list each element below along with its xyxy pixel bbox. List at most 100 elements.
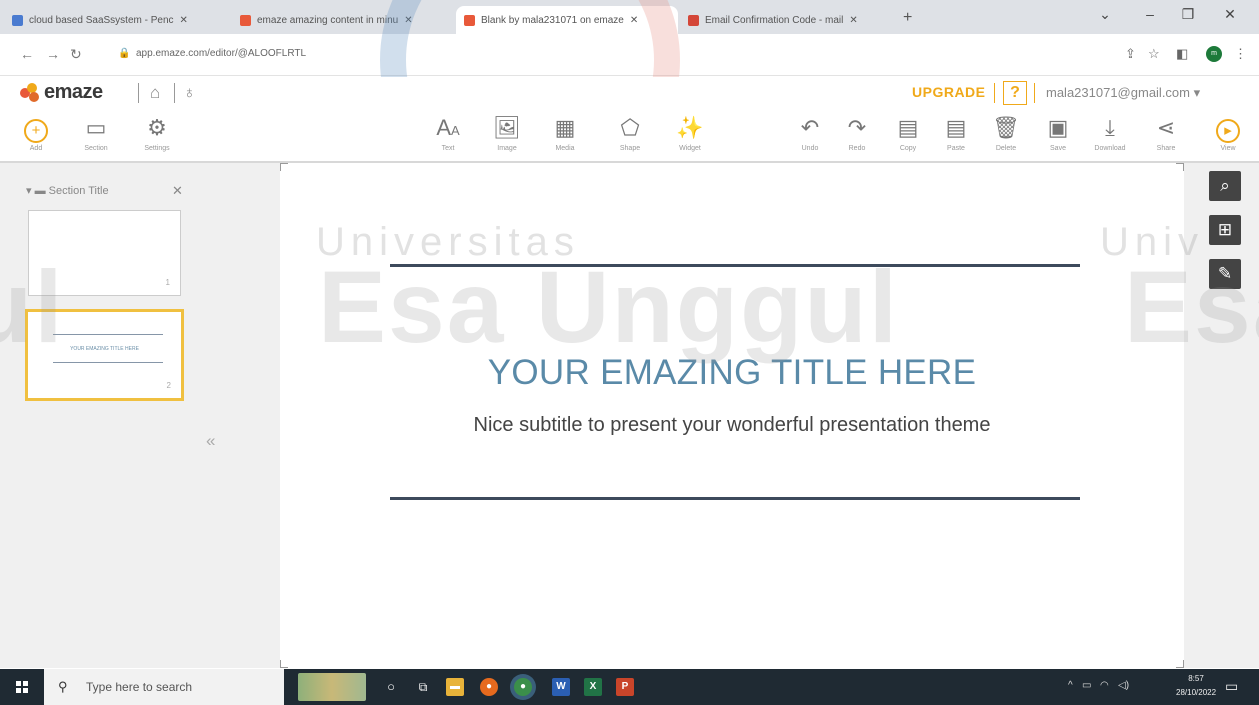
- tab-search-icon[interactable]: ⌄: [1085, 6, 1125, 23]
- clock-time: 8:57: [1188, 674, 1204, 683]
- user-account-menu[interactable]: mala231071@gmail.com ▾: [1046, 85, 1200, 101]
- watermark-text: ul: [0, 250, 65, 364]
- copy-button[interactable]: ▤ Copy: [886, 113, 930, 152]
- close-window-icon[interactable]: ✕: [1210, 6, 1250, 23]
- upgrade-button[interactable]: UPGRADE: [912, 84, 986, 100]
- minimize-icon[interactable]: –: [1130, 6, 1170, 22]
- share-button[interactable]: ⋖ Share: [1144, 113, 1188, 152]
- profile-avatar[interactable]: m: [1206, 46, 1222, 62]
- lock-icon: 🔒: [118, 48, 131, 59]
- tool-label: Settings: [144, 145, 170, 152]
- volume-icon[interactable]: ◁): [1118, 680, 1129, 691]
- tool-label: Share: [1156, 145, 1176, 152]
- tab-label: Email Confirmation Code - mail: [705, 14, 844, 26]
- section-header[interactable]: ▾ ▬ Section Title: [26, 184, 109, 197]
- tab-label: cloud based SaaSsystem - Penc: [29, 14, 174, 26]
- download-icon: ⤓: [1105, 115, 1115, 140]
- canvas-corner: [280, 163, 288, 171]
- tool-label: Text: [441, 145, 455, 152]
- redo-button[interactable]: ↷ Redo: [835, 113, 879, 152]
- shape-icon: ⬠: [620, 115, 640, 140]
- taskbar-search-box[interactable]: ⚲ Type here to search: [44, 669, 284, 705]
- browser-menu-icon[interactable]: ⋮: [1234, 46, 1247, 62]
- header-divider: [994, 83, 995, 103]
- delete-button[interactable]: 🗑 Delete: [984, 113, 1028, 152]
- home-icon[interactable]: ⌂: [150, 83, 160, 103]
- powerpoint-icon[interactable]: P: [616, 678, 634, 696]
- copy-icon: ▤: [897, 115, 919, 140]
- logo-text: emaze: [44, 81, 103, 103]
- reload-icon[interactable]: ↻: [70, 46, 82, 63]
- section-button[interactable]: ▭ Section: [74, 113, 118, 152]
- close-tab-icon[interactable]: ✕: [849, 15, 857, 26]
- tab-label: emaze amazing content in minu: [257, 14, 399, 26]
- start-button[interactable]: [0, 669, 44, 705]
- text-tool-button[interactable]: AA Text: [426, 113, 470, 152]
- zoom-search-icon[interactable]: ⌕: [1209, 171, 1241, 201]
- tab-favicon-icon: [12, 14, 23, 26]
- share-page-icon[interactable]: ⇪: [1125, 46, 1136, 62]
- widget-tool-button[interactable]: ✨ Widget: [668, 113, 712, 152]
- shape-tool-button[interactable]: ⬠ Shape: [608, 113, 652, 152]
- slide-subtitle[interactable]: Nice subtitle to present your wonderful …: [280, 414, 1184, 437]
- slide-bottom-rule[interactable]: [390, 497, 1080, 500]
- browser-tab[interactable]: cloud based SaaSsystem - Penc ✕: [4, 6, 230, 34]
- undo-button[interactable]: ↶ Undo: [788, 113, 832, 152]
- wifi-icon[interactable]: ◠: [1100, 680, 1109, 691]
- chrome-icon[interactable]: ●: [514, 678, 532, 696]
- close-section-icon[interactable]: ✕: [172, 183, 183, 199]
- forward-icon[interactable]: →: [46, 46, 60, 62]
- search-highlight-image[interactable]: [298, 673, 366, 701]
- tool-label: Delete: [995, 145, 1017, 152]
- file-explorer-icon[interactable]: ▬: [446, 678, 464, 696]
- watermark-text: Esa Unggul: [318, 250, 900, 364]
- collapse-sidebar-icon[interactable]: «: [206, 431, 215, 451]
- taskbar-clock[interactable]: 8:57 28/10/2022: [1176, 672, 1216, 700]
- notifications-icon[interactable]: ▭: [1225, 678, 1238, 695]
- media-tool-button[interactable]: ▦ Media: [543, 113, 587, 152]
- tool-label: Add: [29, 145, 43, 152]
- emaze-logo[interactable]: emaze: [20, 81, 103, 104]
- bookmark-star-icon[interactable]: ☆: [1148, 46, 1160, 62]
- section-title: Section Title: [48, 185, 109, 197]
- lightbulb-icon[interactable]: ♁: [183, 83, 196, 103]
- maximize-icon[interactable]: ❐: [1168, 6, 1208, 23]
- add-button[interactable]: + Add: [14, 113, 58, 152]
- settings-button[interactable]: ⚙ Settings: [135, 113, 179, 152]
- add-icon: +: [14, 113, 58, 143]
- slides-sidebar: ▾ ▬ Section Title ✕ 1 YOUR EMAZING TITLE…: [0, 163, 215, 668]
- tool-label: Copy: [899, 145, 917, 152]
- help-button[interactable]: ?: [1003, 81, 1027, 105]
- delete-icon: 🗑: [992, 115, 1020, 140]
- back-icon[interactable]: ←: [20, 46, 34, 62]
- section-folder-icon: ▾ ▬: [26, 185, 46, 197]
- grid-icon[interactable]: ⊞: [1209, 215, 1241, 245]
- search-placeholder: Type here to search: [86, 680, 193, 694]
- mini-rule: [53, 362, 163, 363]
- paste-button[interactable]: ▤ Paste: [934, 113, 978, 152]
- new-tab-button[interactable]: +: [903, 9, 912, 27]
- word-icon[interactable]: W: [552, 678, 570, 696]
- browser-tab[interactable]: Email Confirmation Code - mail ✕: [680, 6, 894, 34]
- firefox-icon[interactable]: ●: [480, 678, 498, 696]
- excel-icon[interactable]: X: [584, 678, 602, 696]
- task-view-icon[interactable]: ⧉: [414, 678, 432, 696]
- download-button[interactable]: ⤓ Download: [1088, 113, 1132, 152]
- save-icon: ▣: [1047, 115, 1069, 140]
- cortana-icon[interactable]: ○: [382, 678, 400, 696]
- view-button[interactable]: ▸ View: [1206, 113, 1250, 152]
- paste-icon: ▤: [945, 115, 967, 140]
- sidepanel-icon[interactable]: ◧: [1176, 46, 1188, 62]
- save-button[interactable]: ▣ Save: [1036, 113, 1080, 152]
- undo-icon: ↶: [800, 115, 820, 140]
- tool-label: Media: [555, 145, 575, 152]
- app-header: emaze ⌂ ♁ UPGRADE ? mala231071@gmail.com…: [0, 77, 1259, 111]
- tool-label: Paste: [947, 145, 965, 152]
- tray-chevron-icon[interactable]: ^: [1068, 680, 1073, 691]
- gmail-favicon-icon: [688, 14, 699, 26]
- redo-icon: ↷: [847, 115, 867, 140]
- battery-icon[interactable]: ▭: [1082, 680, 1091, 691]
- view-icon: ▸: [1206, 113, 1250, 143]
- close-tab-icon[interactable]: ✕: [180, 15, 188, 26]
- image-tool-button[interactable]: 🖼 Image: [485, 113, 529, 152]
